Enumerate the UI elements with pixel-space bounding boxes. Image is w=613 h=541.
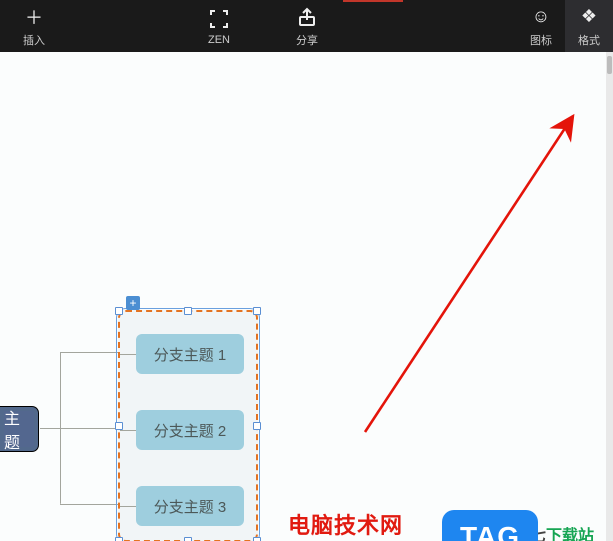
icons-label: 图标	[530, 32, 552, 48]
plus-small-icon: +	[129, 296, 136, 310]
insert-label: 插入	[23, 32, 45, 48]
zen-fullscreen-icon	[209, 7, 229, 31]
branch-inner-connector	[120, 354, 136, 355]
toolbar-active-indicator	[343, 0, 403, 2]
selection-handle[interactable]	[253, 307, 261, 315]
central-topic-label: 主题	[4, 405, 30, 453]
branch-topic-node[interactable]: 分支主题 2	[136, 410, 244, 450]
insert-button[interactable]: ＋ 插入	[10, 0, 58, 52]
annotation-arrow	[355, 110, 585, 440]
format-button[interactable]: ❖ 格式	[565, 0, 613, 52]
smile-glyph: ☺	[532, 6, 550, 27]
add-topic-button[interactable]: +	[126, 296, 140, 310]
connector-main	[40, 428, 60, 429]
zen-label: ZEN	[208, 34, 230, 46]
branch-label: 分支主题 2	[154, 420, 227, 441]
xz7-watermark: 七下载站 w.xz7.com	[530, 522, 605, 541]
selection-handle[interactable]	[115, 537, 123, 541]
connector-branch-2	[60, 428, 118, 429]
selection-handle[interactable]	[115, 307, 123, 315]
format-label: 格式	[578, 32, 600, 48]
connector-branch-3	[60, 504, 118, 505]
share-label: 分享	[296, 32, 318, 48]
branch-label: 分支主题 1	[154, 344, 227, 365]
format-glyph: ❖	[581, 6, 597, 27]
selection-handle[interactable]	[184, 307, 192, 315]
share-button[interactable]: 分享	[283, 0, 331, 52]
toolbar-left-group: ＋ 插入	[10, 0, 58, 52]
branch-topic-node[interactable]: 分支主题 3	[136, 486, 244, 526]
selection-handle[interactable]	[115, 422, 123, 430]
toolbar-center-group: ZEN 分享	[195, 0, 331, 52]
toolbar-right-group: ☺ 图标 ❖ 格式	[517, 0, 613, 52]
xz7-title: 七下载站	[530, 522, 605, 541]
branch-topic-node[interactable]: 分支主题 1	[136, 334, 244, 374]
tag-text: TAG	[460, 521, 520, 541]
app-toolbar: ＋ 插入 ZEN 分享 ☺ 图标 ❖	[0, 0, 613, 52]
vertical-scrollbar[interactable]	[606, 52, 613, 541]
zen-button[interactable]: ZEN	[195, 0, 243, 52]
icons-button[interactable]: ☺ 图标	[517, 0, 565, 52]
scrollbar-thumb[interactable]	[607, 56, 612, 74]
selection-handle[interactable]	[253, 537, 261, 541]
selection-handle[interactable]	[184, 537, 192, 541]
tag-badge: TAG	[442, 510, 538, 541]
branch-label: 分支主题 3	[154, 496, 227, 517]
site-name-watermark: 电脑技术网	[288, 508, 403, 540]
plus-glyph: ＋	[25, 4, 43, 30]
branch-inner-connector	[120, 506, 136, 507]
branch-inner-connector	[120, 430, 136, 431]
connector-branch-1	[60, 352, 118, 353]
central-topic-node[interactable]: 主题	[0, 407, 38, 451]
plus-icon: ＋	[25, 5, 43, 29]
format-icon: ❖	[581, 5, 597, 29]
branch-group-selected[interactable]: + 分支主题 1 分支主题 2 分支主题 3	[118, 310, 258, 541]
selection-handle[interactable]	[253, 422, 261, 430]
share-icon	[297, 5, 317, 29]
mindmap-canvas[interactable]: 主题 + 分支主题 1 分支主题 2 分支主题 3	[0, 52, 606, 541]
smile-icon: ☺	[532, 5, 550, 29]
